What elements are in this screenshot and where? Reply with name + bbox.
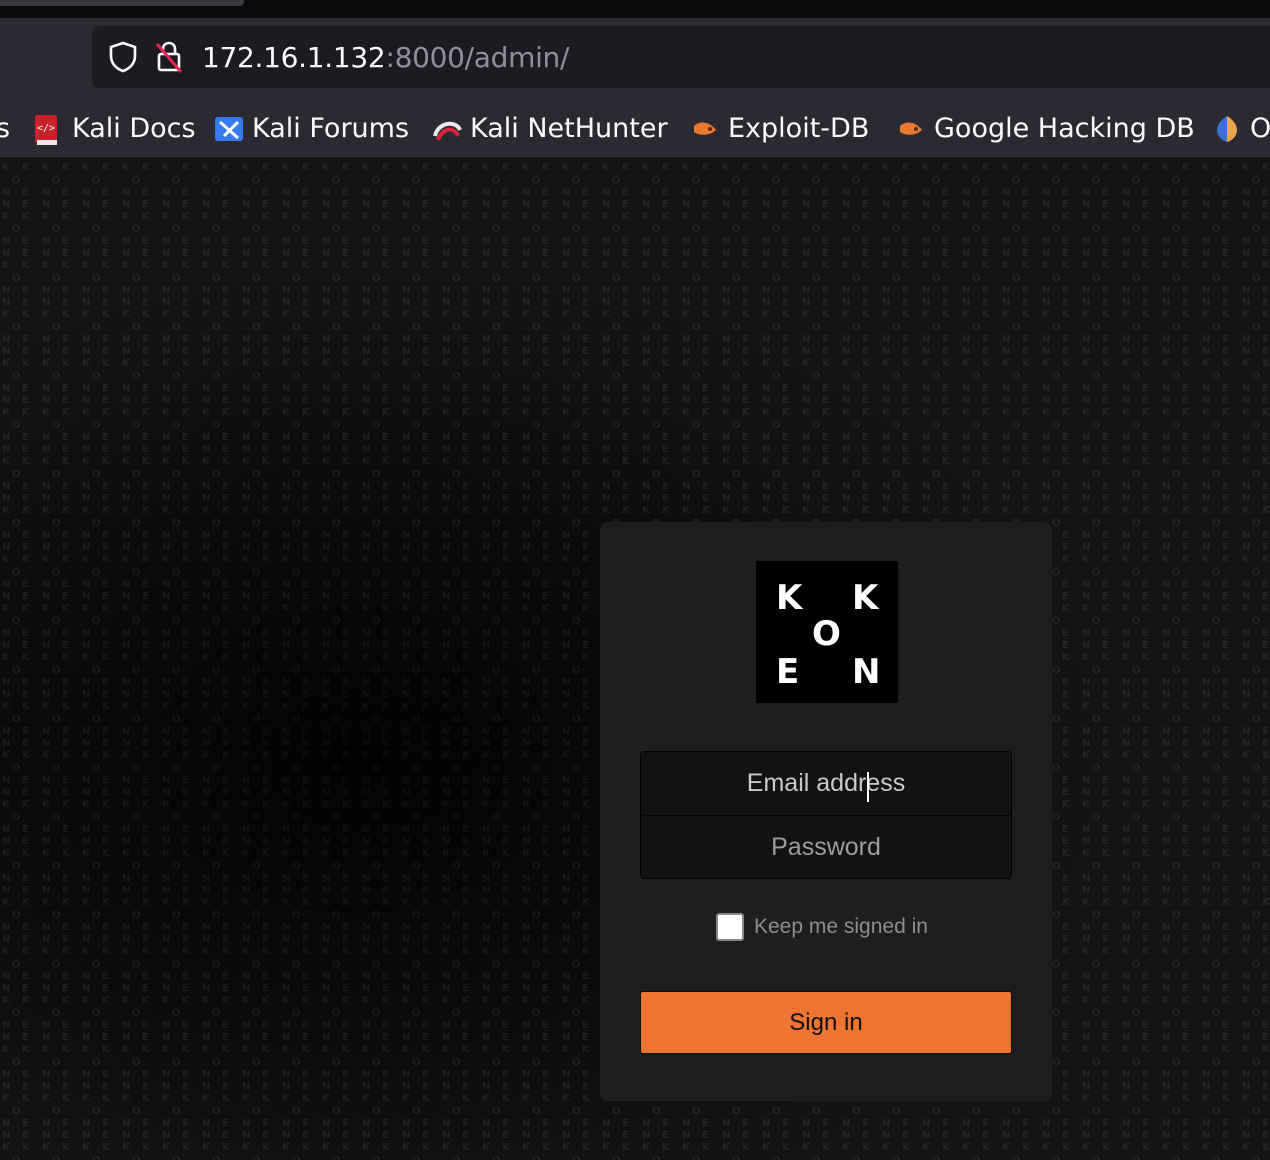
tab-strip — [0, 0, 1270, 18]
logo-letter: E — [776, 652, 800, 692]
text-cursor — [867, 772, 869, 802]
credentials-fields — [640, 751, 1012, 879]
bookmark-kali-nethunter[interactable]: Kali NetHunter — [432, 110, 668, 146]
email-field-wrapper — [641, 752, 1011, 815]
email-input[interactable] — [641, 752, 1011, 815]
url-bar[interactable]: 172.16.1.132:8000/admin/ — [92, 26, 1270, 88]
bookmark-label: Kali NetHunter — [470, 112, 668, 144]
kone-logo: K K O E N — [756, 561, 898, 703]
keep-signed-in-checkbox[interactable] — [716, 913, 744, 941]
bookmark-exploit-db[interactable]: Exploit-DB — [690, 110, 869, 146]
tracking-protection-shield-icon[interactable] — [106, 40, 140, 74]
logo-letter: N — [852, 652, 881, 692]
navigation-toolbar: 172.16.1.132:8000/admin/ — [0, 18, 1270, 98]
bookmark-label: Kali Docs — [72, 112, 196, 144]
password-field-wrapper — [641, 815, 1011, 878]
sign-in-button[interactable]: Sign in — [640, 991, 1012, 1054]
logo-letter: O — [812, 614, 841, 654]
keep-signed-in-row: Keep me signed in — [716, 913, 928, 941]
svg-text:</>: </> — [37, 123, 55, 134]
kali-forums-icon — [214, 114, 243, 142]
page-background: K K O N E N E K K O E N — [0, 159, 1270, 1160]
bookmark-label: Kali Forums — [252, 112, 410, 144]
bookmark-google-hacking-db[interactable]: Google Hacking DB — [896, 110, 1195, 146]
bookmark-label: Google Hacking DB — [934, 112, 1195, 144]
google-hacking-db-icon — [896, 114, 924, 142]
kali-docs-icon: </> — [34, 114, 62, 145]
logo-letter: K — [852, 578, 879, 618]
url-host: 172.16.1.132 — [202, 40, 386, 74]
url-text[interactable]: 172.16.1.132:8000/admin/ — [202, 41, 569, 74]
login-card: K K O E N Keep me signed in Sign in — [600, 522, 1052, 1101]
url-path: :8000/admin/ — [385, 40, 570, 74]
password-input[interactable] — [641, 816, 1011, 878]
bookmark-label: Exploit-DB — [728, 112, 870, 144]
bookmark-offsec[interactable]: O — [1212, 110, 1270, 146]
bookmark-label: O — [1250, 112, 1270, 144]
insecure-lock-icon[interactable] — [152, 40, 186, 74]
bookmark-kali-forums[interactable]: Kali Forums — [214, 110, 409, 146]
bookmark-label: s — [0, 113, 10, 144]
keep-signed-in-label[interactable]: Keep me signed in — [754, 915, 928, 939]
offsec-icon — [1212, 114, 1240, 142]
bookmark-item-partial[interactable]: s — [0, 110, 10, 146]
logo-letter: K — [776, 578, 803, 618]
bookmark-kali-docs[interactable]: </> Kali Docs — [34, 110, 196, 146]
exploit-db-icon — [690, 114, 718, 142]
active-tab-edge[interactable] — [0, 0, 244, 6]
bookmarks-toolbar: s </> Kali Docs Kali Forums Kali Net — [0, 98, 1270, 158]
kali-nethunter-icon — [432, 114, 462, 142]
